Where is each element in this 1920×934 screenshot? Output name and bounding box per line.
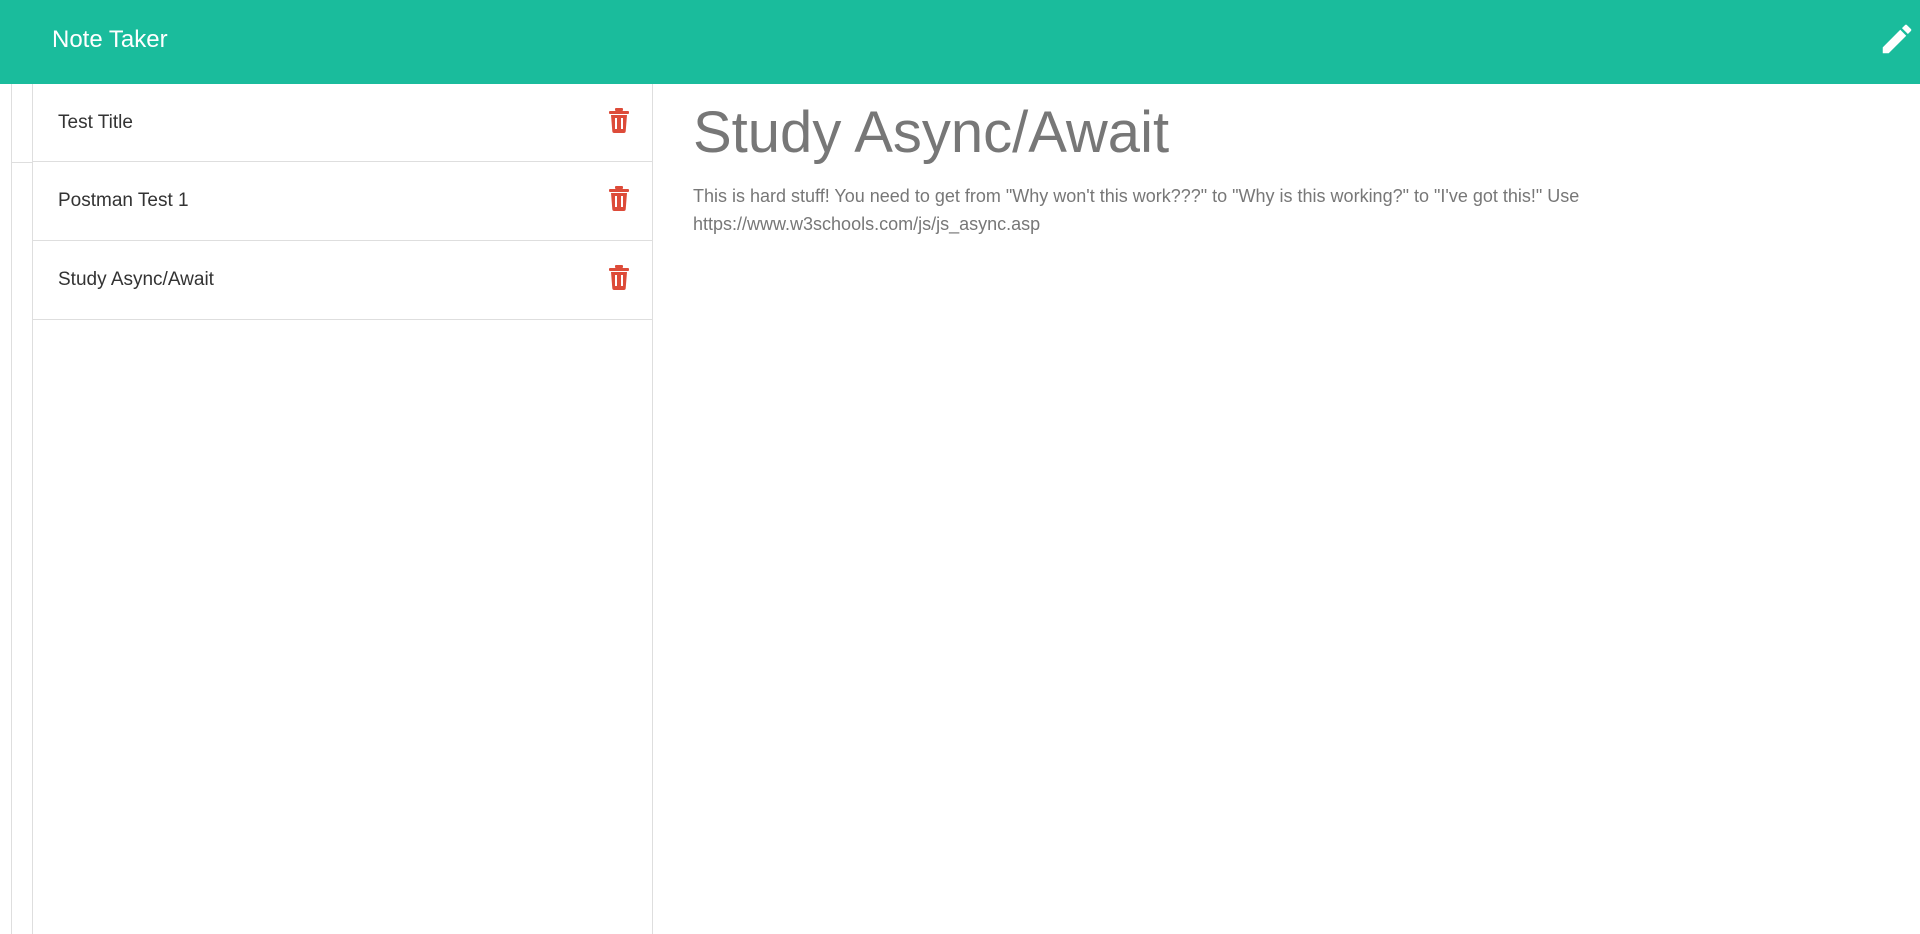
note-list-item-title: Test Title [58,111,133,133]
note-list: Test Title Postman Test 1 Study Async/Aw… [33,84,652,320]
note-list-item[interactable]: Study Async/Await [33,241,652,320]
outer-divider [11,84,12,934]
trash-icon[interactable] [609,265,629,290]
note-list-item[interactable]: Postman Test 1 [33,162,652,241]
trash-icon[interactable] [609,108,629,133]
pencil-icon[interactable] [1878,20,1916,58]
navbar: Note Taker [0,0,1920,84]
note-detail: Study Async/Await This is hard stuff! Yo… [693,84,1873,238]
note-list-item[interactable]: Test Title [33,84,652,162]
trash-icon[interactable] [609,186,629,211]
note-list-item-title: Study Async/Await [58,269,214,290]
outer-divider-stub [11,162,32,163]
note-text[interactable]: This is hard stuff! You need to get from… [693,182,1633,238]
brand-title[interactable]: Note Taker [52,24,168,56]
note-list-panel: Test Title Postman Test 1 Study Async/Aw… [32,84,653,934]
note-title-heading[interactable]: Study Async/Await [693,86,1873,180]
note-list-item-title: Postman Test 1 [58,190,189,211]
